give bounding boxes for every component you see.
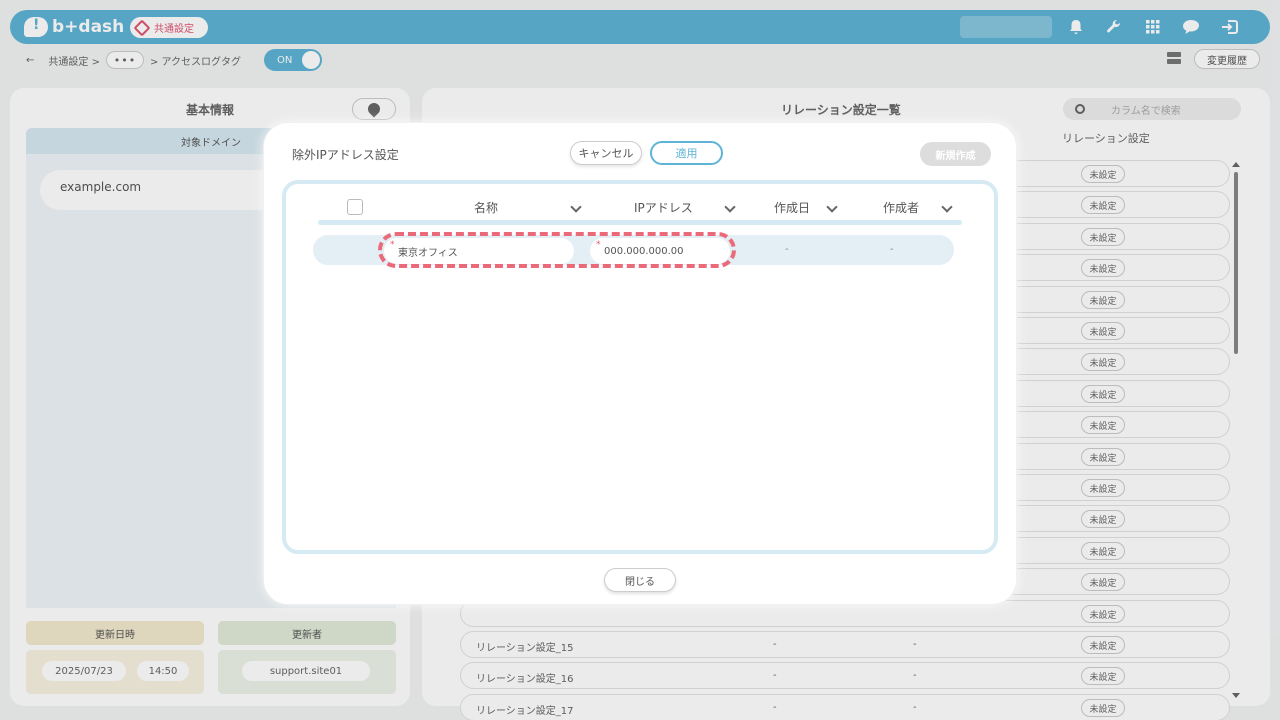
column-creator-header[interactable]: 作成者 [883,199,919,216]
modal-title: 除外IPアドレス設定 [286,148,405,167]
close-button[interactable]: 閉じる [604,568,676,592]
creator-cell: - [890,244,894,255]
apply-button[interactable]: 適用 [650,141,723,165]
exclude-ip-modal: 除外IPアドレス設定 キャンセル 適用 新規作成 名称 IPアドレス 作成日 作… [264,123,1016,604]
input-highlight-outline [378,232,736,268]
column-name-header[interactable]: 名称 [474,199,498,216]
column-created-header[interactable]: 作成日 [774,199,810,216]
table-header-divider [318,220,962,225]
column-ip-header[interactable]: IPアドレス [634,199,693,216]
new-create-button[interactable]: 新規作成 [920,142,991,166]
created-date-cell: - [785,244,789,255]
select-all-checkbox[interactable] [347,199,363,215]
cancel-button[interactable]: キャンセル [570,141,642,165]
